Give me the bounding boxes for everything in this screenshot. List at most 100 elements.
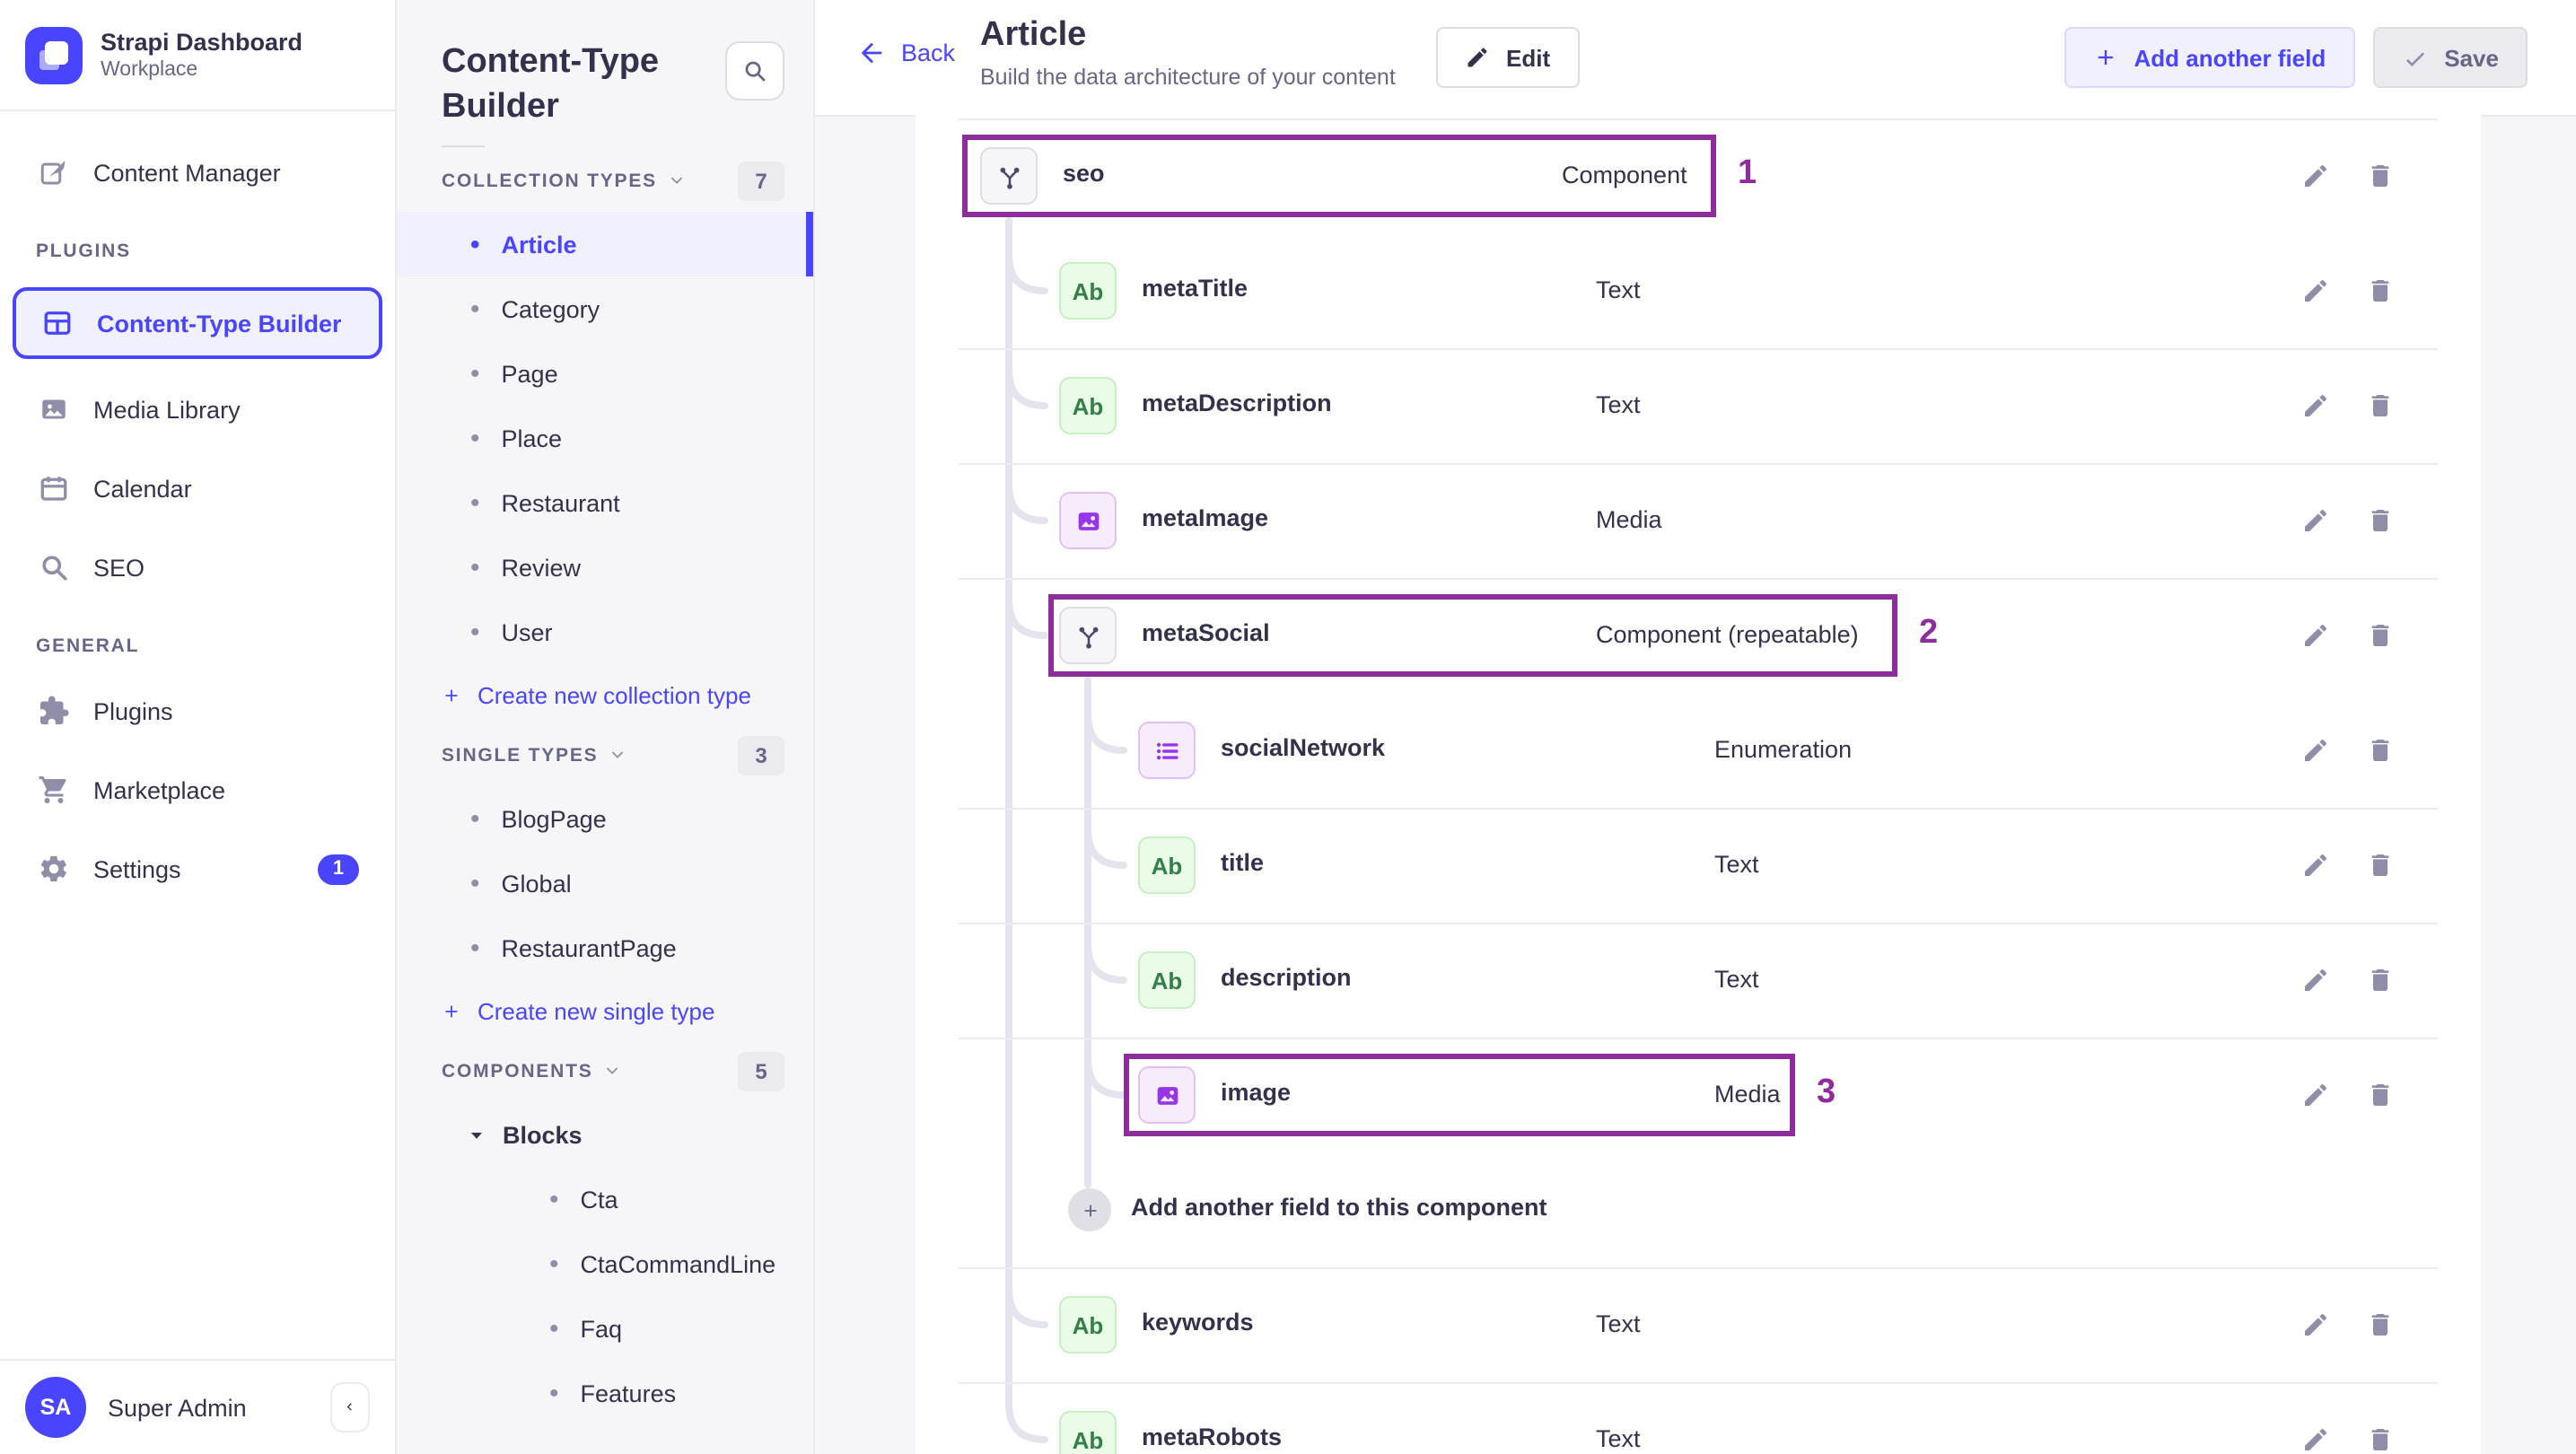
plus-icon — [1080, 1200, 1100, 1220]
add-another-field-button[interactable]: Add another field — [2063, 27, 2355, 88]
field-type-icon-text: Ab — [1059, 377, 1117, 434]
type-item-article[interactable]: • Article — [397, 212, 813, 276]
delete-field-button[interactable] — [2361, 1075, 2400, 1115]
edit-field-button[interactable] — [2296, 271, 2335, 311]
sidebar-item-media-library[interactable]: Media Library — [13, 370, 382, 449]
component-item-ctacommandline[interactable]: • CtaCommandLine — [397, 1231, 813, 1296]
bullet-icon: • — [549, 1248, 559, 1279]
marketplace-icon — [36, 772, 72, 808]
type-item-blogpage[interactable]: • BlogPage — [397, 786, 813, 851]
create-create-new-single-type-link[interactable]: Create new single type — [397, 980, 813, 1041]
builder-sections: COLLECTION TYPES 7 • Article • Category • P… — [397, 151, 813, 1425]
type-item-category[interactable]: • Category — [397, 276, 813, 341]
bullet-icon: • — [470, 358, 480, 389]
field-name: description — [1221, 964, 1352, 991]
edit-field-button[interactable] — [2296, 1420, 2335, 1454]
type-item-global[interactable]: • Global — [397, 851, 813, 915]
sidebar-item-calendar[interactable]: Calendar — [13, 449, 382, 528]
edit-button[interactable]: Edit — [1436, 27, 1580, 88]
trash-icon — [2366, 276, 2395, 305]
nav-item-label: SEO — [93, 554, 145, 581]
delete-field-button[interactable] — [2361, 501, 2400, 540]
component-category-blocks[interactable]: Blocks — [397, 1102, 813, 1167]
delete-field-button[interactable] — [2361, 156, 2400, 196]
plugins-icon — [36, 693, 72, 729]
field-row-metasocial: 2 metaSocial Component (repeatable) — [916, 578, 2481, 693]
delete-field-button[interactable] — [2361, 1420, 2400, 1454]
section-header-single-types[interactable]: SINGLE TYPES 3 — [397, 725, 813, 786]
type-item-review[interactable]: • Review — [397, 535, 813, 600]
field-name: image — [1221, 1079, 1292, 1106]
edit-field-button[interactable] — [2296, 731, 2335, 770]
edit-field-button[interactable] — [2296, 156, 2335, 196]
plus-icon — [2098, 49, 2113, 66]
type-item-user[interactable]: • User — [397, 600, 813, 664]
trash-icon — [2366, 506, 2395, 535]
type-item-restaurantpage[interactable]: • RestaurantPage — [397, 915, 813, 980]
bullet-icon: • — [470, 617, 480, 647]
search-button[interactable] — [725, 41, 784, 101]
sidebar-item-plugins[interactable]: Plugins — [13, 671, 382, 750]
sidebar-item-content-type-builder[interactable]: Content-Type Builder — [13, 287, 382, 359]
row-divider — [959, 1267, 2438, 1269]
bullet-icon: • — [470, 552, 480, 582]
sidebar-item-content-manager[interactable]: Content Manager — [13, 133, 382, 212]
field-type-icon-media — [1138, 1066, 1196, 1124]
type-item-place[interactable]: • Place — [397, 406, 813, 470]
arrow-left-icon — [861, 42, 882, 64]
bullet-icon: • — [470, 423, 480, 453]
edit-field-button[interactable] — [2296, 1075, 2335, 1115]
add-field-to-component-row: Add another field to this component — [916, 1152, 2481, 1267]
field-type: Media — [1714, 1081, 1781, 1108]
type-item-restaurant[interactable]: • Restaurant — [397, 470, 813, 535]
delete-field-button[interactable] — [2361, 845, 2400, 885]
chevron-left-icon — [346, 1403, 352, 1411]
component-item-cta[interactable]: • Cta — [397, 1167, 813, 1231]
edit-field-button[interactable] — [2296, 1305, 2335, 1345]
back-link[interactable]: Back — [856, 38, 955, 68]
sidebar-item-marketplace[interactable]: Marketplace — [13, 750, 382, 829]
edit-field-button[interactable] — [2296, 845, 2335, 885]
annotation-number-3: 3 — [1817, 1073, 1836, 1111]
collapse-sidebar-button[interactable] — [330, 1382, 370, 1432]
delete-field-button[interactable] — [2361, 731, 2400, 770]
delete-field-button[interactable] — [2361, 271, 2400, 311]
edit-field-button[interactable] — [2296, 616, 2335, 655]
row-divider — [959, 1038, 2438, 1039]
annotation-number-1: 1 — [1738, 154, 1757, 192]
section-header-components[interactable]: COMPONENTS 5 — [397, 1041, 813, 1102]
field-row-socialnetwork: socialNetwork Enumeration — [916, 693, 2481, 808]
type-item-page[interactable]: • Page — [397, 341, 813, 406]
edit-field-button[interactable] — [2296, 501, 2335, 540]
add-field-to-component-label[interactable]: Add another field to this component — [1131, 1194, 1547, 1221]
edit-field-button[interactable] — [2296, 960, 2335, 1000]
add-field-to-component-button[interactable] — [1068, 1188, 1111, 1231]
nav-section-label: PLUGINS — [36, 241, 131, 262]
section-count-badge: 5 — [738, 1052, 784, 1091]
nav-item-label: Content-Type Builder — [97, 310, 342, 337]
caret-down-icon — [469, 1126, 485, 1143]
sidebar-item-seo[interactable]: SEO — [13, 528, 382, 607]
delete-field-button[interactable] — [2361, 386, 2400, 425]
field-type: Enumeration — [1714, 736, 1853, 763]
avatar[interactable]: SA — [25, 1377, 86, 1438]
field-type-icon-text: Ab — [1059, 1296, 1117, 1353]
save-button[interactable]: Save — [2372, 27, 2528, 88]
main-sidebar: Strapi Dashboard Workplace Content Manag… — [0, 0, 397, 1454]
section-header-collection-types[interactable]: COLLECTION TYPES 7 — [397, 151, 813, 212]
trash-icon — [2366, 851, 2395, 880]
workspace-switcher[interactable]: Strapi Dashboard Workplace — [0, 0, 395, 109]
delete-field-button[interactable] — [2361, 960, 2400, 1000]
strapi-logo-icon — [25, 27, 83, 84]
section-count-badge: 7 — [738, 162, 784, 201]
sidebar-item-settings[interactable]: Settings 1 — [13, 829, 382, 908]
trash-icon — [2366, 1425, 2395, 1454]
component-item-faq[interactable]: • Faq — [397, 1296, 813, 1361]
component-item-features[interactable]: • Features — [397, 1361, 813, 1425]
create-create-new-collection-type-link[interactable]: Create new collection type — [397, 664, 813, 725]
delete-field-button[interactable] — [2361, 1305, 2400, 1345]
row-divider — [959, 348, 2438, 350]
delete-field-button[interactable] — [2361, 616, 2400, 655]
field-row-metarobots: Ab metaRobots Text — [916, 1382, 2481, 1454]
edit-field-button[interactable] — [2296, 386, 2335, 425]
